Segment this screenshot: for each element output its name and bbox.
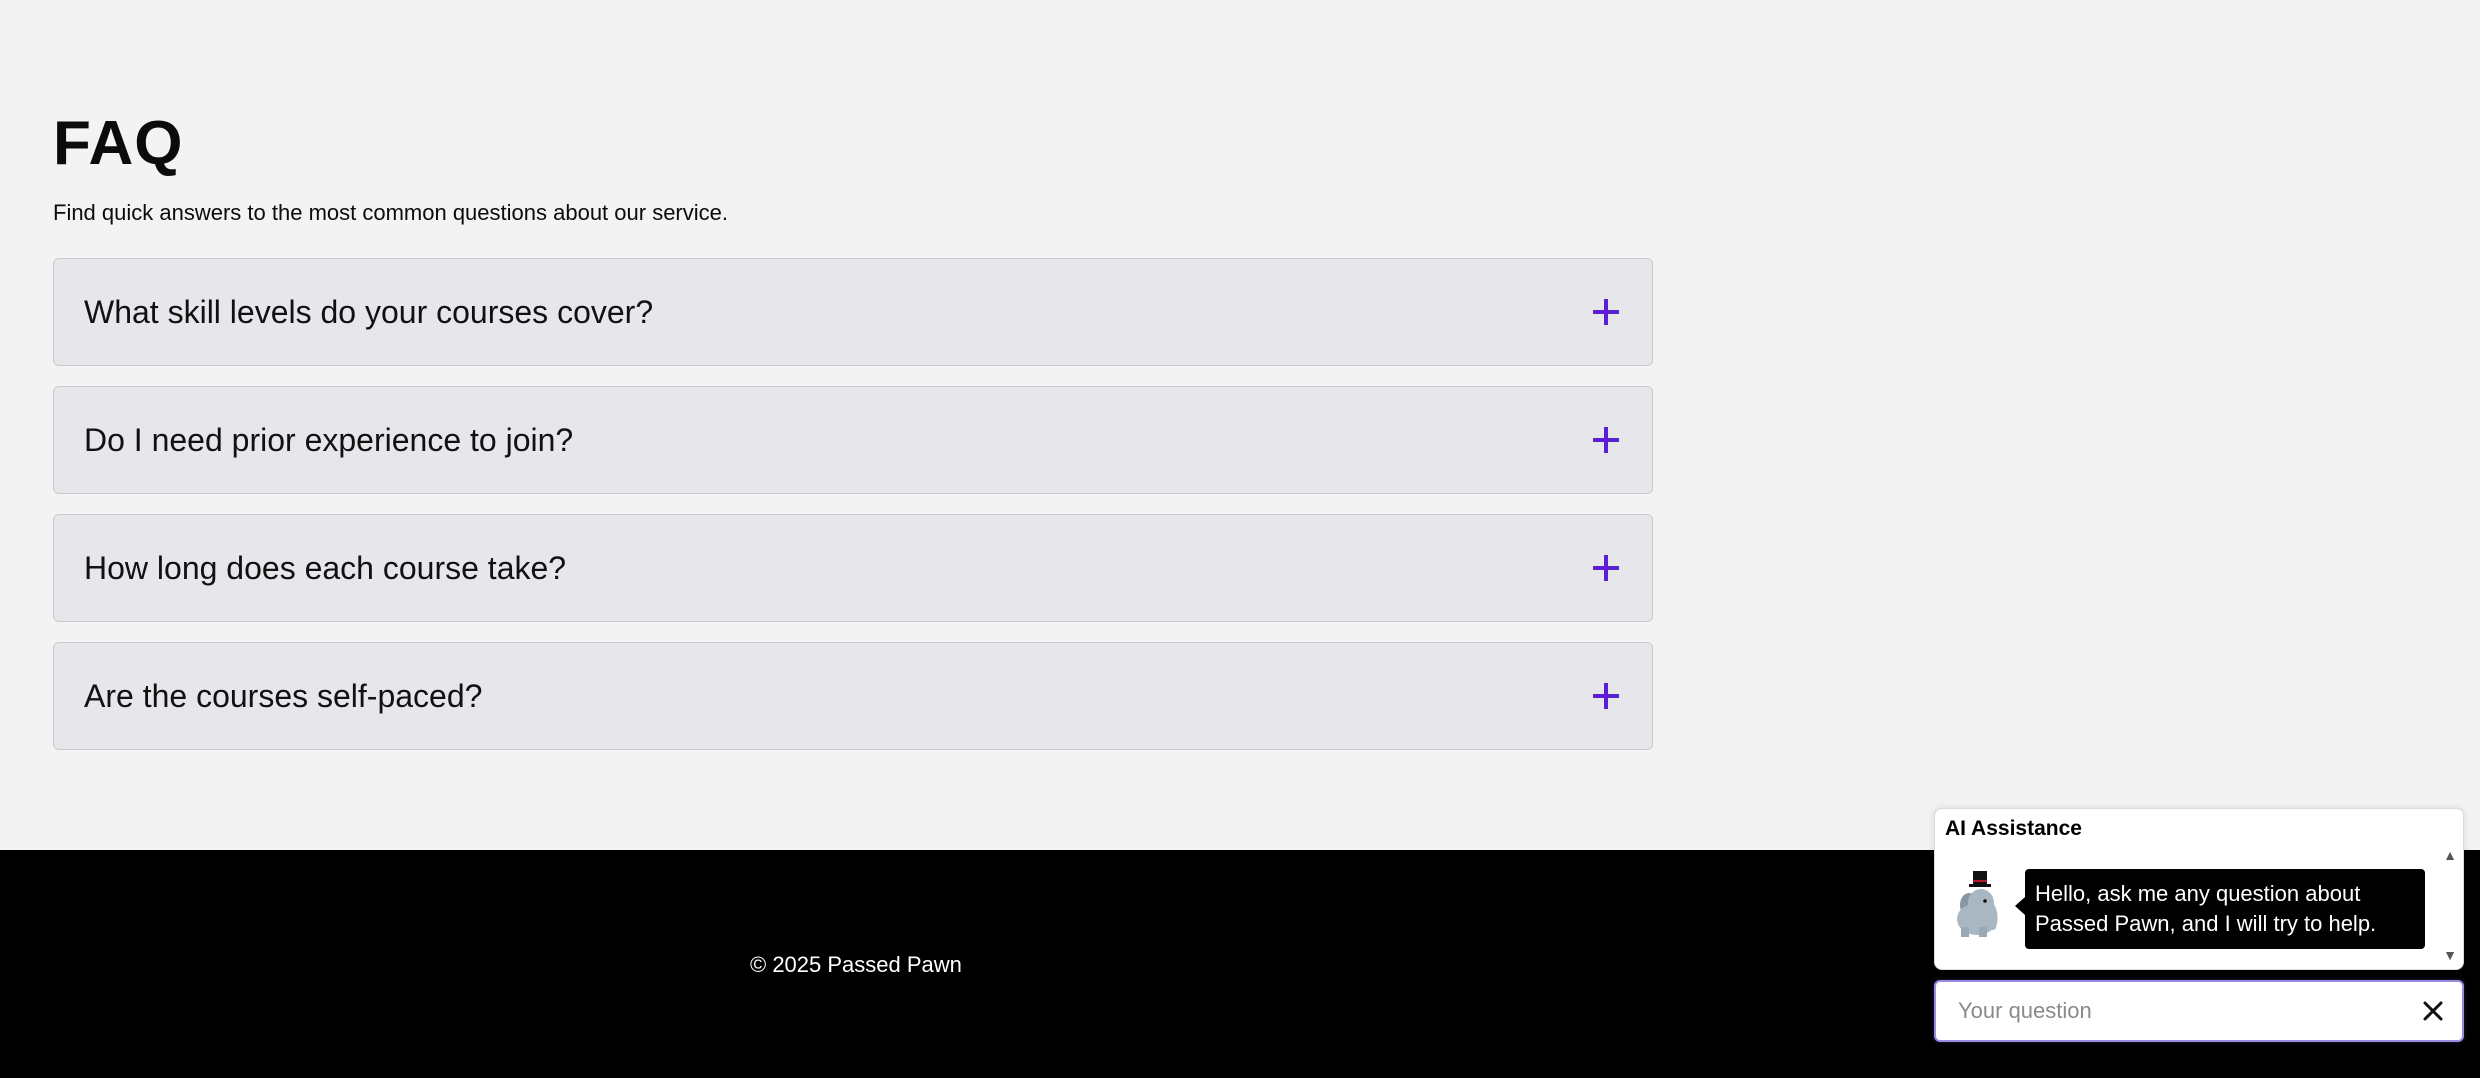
plus-icon[interactable] xyxy=(1586,548,1626,588)
copyright-text: © 2025 Passed Pawn xyxy=(750,952,962,977)
faq-item-course-duration[interactable]: How long does each course take? xyxy=(53,514,1653,622)
faq-item-prior-experience[interactable]: Do I need prior experience to join? xyxy=(53,386,1653,494)
faq-question: Do I need prior experience to join? xyxy=(84,422,574,458)
faq-question: How long does each course take? xyxy=(84,550,567,586)
assistant-message-bubble: Hello, ask me any question about Passed … xyxy=(2015,869,2425,949)
plus-icon[interactable] xyxy=(1586,292,1626,332)
chat-input-container xyxy=(1934,980,2464,1042)
faq-list: What skill levels do your courses cover?… xyxy=(53,258,1653,770)
plus-icon[interactable] xyxy=(1586,420,1626,460)
scroll-up-arrow-icon[interactable]: ▲ xyxy=(2443,847,2457,863)
close-icon[interactable] xyxy=(2418,996,2448,1026)
chat-title: AI Assistance xyxy=(1945,817,2082,840)
chat-panel[interactable]: AI Assistance ▲ ▼ Hello, ask me any ques… xyxy=(1934,808,2464,970)
plus-icon[interactable] xyxy=(1586,676,1626,716)
faq-item-self-paced[interactable]: Are the courses self-paced? xyxy=(53,642,1653,750)
faq-subtitle: Find quick answers to the most common qu… xyxy=(53,200,728,225)
faq-question: What skill levels do your courses cover? xyxy=(84,294,654,330)
scroll-down-arrow-icon[interactable]: ▼ xyxy=(2443,947,2457,963)
chat-widget: AI Assistance ▲ ▼ Hello, ask me any ques… xyxy=(1934,808,2464,1042)
page: FAQ Find quick answers to the most commo… xyxy=(0,0,2480,1078)
chat-question-input[interactable] xyxy=(1956,997,2418,1025)
elephant-top-hat-icon xyxy=(1949,869,2005,939)
faq-item-skill-levels[interactable]: What skill levels do your courses cover? xyxy=(53,258,1653,366)
page-title: FAQ xyxy=(53,109,184,178)
faq-question: Are the courses self-paced? xyxy=(84,678,483,714)
